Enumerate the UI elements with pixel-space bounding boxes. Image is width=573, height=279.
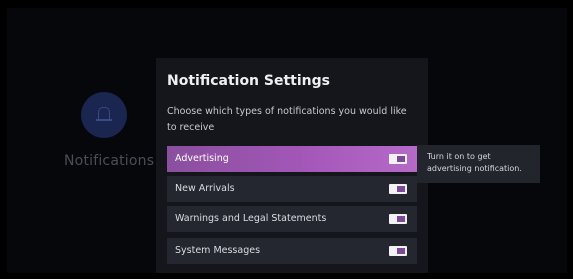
option-label: New Arrivals [175,183,235,194]
tooltip-text: Turn it on to get advertising notificati… [427,152,522,173]
new-arrivals-toggle[interactable] [389,184,407,194]
help-tooltip: Turn it on to get advertising notificati… [417,145,540,183]
notification-settings-dialog: Notification Settings Choose which types… [156,58,428,273]
option-new-arrivals[interactable]: New Arrivals [167,176,417,202]
advertising-toggle[interactable] [389,154,407,164]
option-advertising[interactable]: Advertising [167,146,417,172]
option-system-messages[interactable]: System Messages [167,238,417,264]
background-menu-label: Notifications [64,153,155,169]
screen: Notifications Notification Settings Choo… [0,0,573,279]
dialog-description: Choose which types of notifications you … [167,106,407,133]
option-label: System Messages [175,245,261,256]
option-label: Warnings and Legal Statements [175,213,327,224]
option-label: Advertising [175,153,229,164]
system-messages-toggle[interactable] [389,246,407,256]
dialog-title: Notification Settings [167,73,330,89]
notifications-bell-icon [81,92,127,138]
option-warnings-legal[interactable]: Warnings and Legal Statements [167,206,417,232]
warnings-legal-toggle[interactable] [389,214,407,224]
